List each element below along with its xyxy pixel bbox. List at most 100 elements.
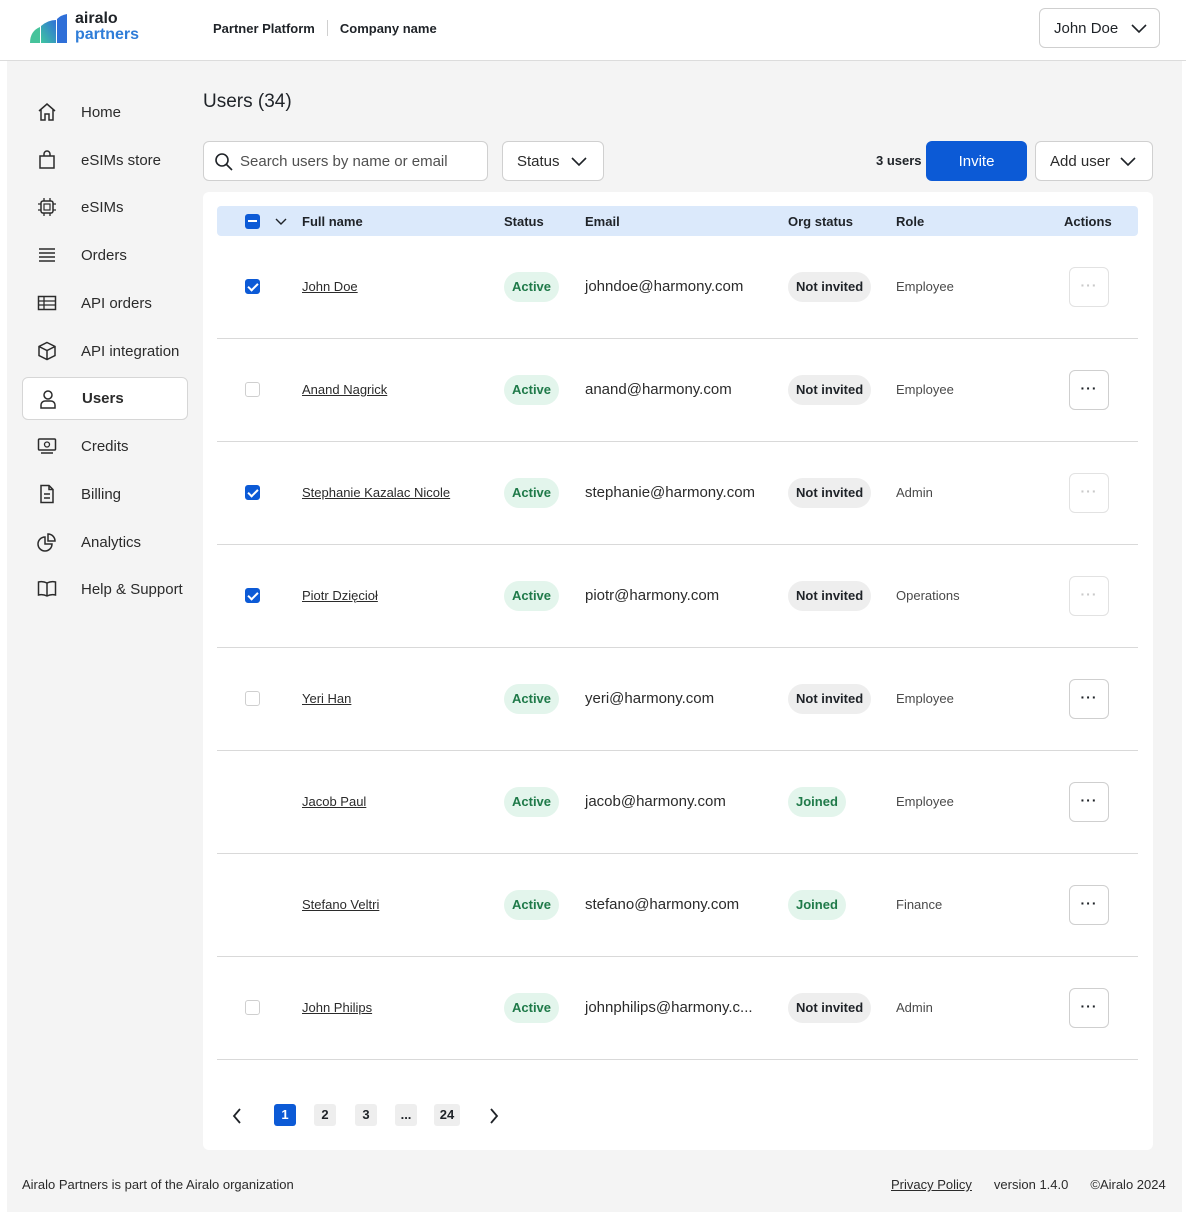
row-checkbox[interactable]	[245, 382, 260, 397]
table-row: Stephanie Kazalac Nicole Active stephani…	[217, 442, 1138, 545]
user-role: Operations	[896, 588, 960, 603]
org-status-badge: Not invited	[788, 993, 872, 1023]
breadcrumb-company[interactable]: Company name	[340, 21, 437, 36]
sidebar-item-label: Orders	[81, 247, 127, 264]
footer-links: Privacy Policy version 1.4.0 ©Airalo 202…	[891, 1177, 1166, 1192]
chevron-down-icon[interactable]	[275, 216, 287, 226]
row-checkbox[interactable]	[245, 1000, 260, 1015]
user-role: Employee	[896, 382, 954, 397]
sidebar-item-api-orders[interactable]: API orders	[22, 282, 188, 325]
user-name-link[interactable]: Jacob Paul	[302, 794, 366, 809]
row-checkbox[interactable]	[245, 691, 260, 706]
sidebar-item-label: Credits	[81, 438, 129, 455]
pagination: 1 2 3 ... 24	[203, 1102, 603, 1132]
table-row: Yeri Han Active yeri@harmony.com Not inv…	[217, 648, 1138, 751]
user-email: anand@harmony.com	[585, 381, 732, 398]
search-box[interactable]	[203, 141, 488, 181]
status-filter-label: Status	[517, 152, 560, 170]
user-role: Admin	[896, 485, 933, 500]
row-actions-button[interactable]: ···	[1069, 782, 1109, 822]
status-badge: Active	[504, 993, 560, 1023]
footer-note: Airalo Partners is part of the Airalo or…	[22, 1177, 294, 1192]
sidebar-item-help-support[interactable]: Help & Support	[22, 568, 188, 611]
search-icon	[215, 153, 233, 171]
org-status-badge: Not invited	[788, 375, 872, 405]
select-all-checkbox[interactable]	[245, 214, 260, 229]
user-name-link[interactable]: Piotr Dzięcioł	[302, 588, 378, 603]
row-actions-button[interactable]: ···	[1069, 679, 1109, 719]
chip-icon	[38, 198, 56, 216]
page-button-current[interactable]: 1	[274, 1104, 296, 1126]
page-button[interactable]: 24	[434, 1104, 460, 1126]
user-role: Employee	[896, 794, 954, 809]
user-name-link[interactable]: Anand Nagrick	[302, 382, 387, 397]
status-filter-dropdown[interactable]: Status	[502, 141, 604, 181]
user-name-link[interactable]: Yeri Han	[302, 691, 351, 706]
user-name-link[interactable]: Stefano Veltri	[302, 897, 379, 912]
search-input[interactable]	[240, 142, 480, 180]
privacy-policy-link[interactable]: Privacy Policy	[891, 1177, 972, 1192]
sidebar-item-users[interactable]: Users	[22, 377, 188, 420]
sidebar-item-billing[interactable]: Billing	[22, 473, 188, 516]
org-status-badge: Not invited	[788, 581, 872, 611]
column-header-status[interactable]: Status	[504, 214, 544, 229]
sidebar-item-label: eSIMs store	[81, 152, 162, 169]
row-actions-button[interactable]: ···	[1069, 473, 1109, 513]
invite-button[interactable]: Invite	[926, 141, 1027, 181]
row-actions-button[interactable]: ···	[1069, 267, 1109, 307]
pie-chart-icon	[37, 533, 56, 552]
user-name-link[interactable]: John Doe	[302, 279, 358, 294]
column-header-email[interactable]: Email	[585, 214, 620, 229]
user-email: johnphilips@harmony.c...	[585, 999, 753, 1016]
table-row: Stefano Veltri Active stefano@harmony.co…	[217, 854, 1138, 957]
table-row: Anand Nagrick Active anand@harmony.com N…	[217, 339, 1138, 442]
sidebar-item-label: eSIMs	[81, 199, 124, 216]
user-role: Finance	[896, 897, 943, 912]
page-button[interactable]: 3	[355, 1104, 377, 1126]
home-icon	[38, 103, 56, 121]
sidebar-item-api-integration[interactable]: API integration	[22, 330, 188, 373]
shopping-bag-icon	[39, 150, 55, 169]
selected-count: 3 users	[876, 153, 922, 168]
sidebar-item-label: API orders	[81, 295, 152, 312]
row-checkbox[interactable]	[245, 485, 260, 500]
column-header-org-status[interactable]: Org status	[788, 214, 853, 229]
cube-icon	[38, 341, 56, 361]
page-button[interactable]: 2	[314, 1104, 336, 1126]
page-ellipsis: ...	[395, 1104, 417, 1126]
column-header-full-name[interactable]: Full name	[302, 214, 363, 229]
row-checkbox[interactable]	[245, 279, 260, 294]
table-row: Piotr Dzięcioł Active piotr@harmony.com …	[217, 545, 1138, 648]
status-badge: Active	[504, 787, 560, 817]
logo-wordmark: airalo partners	[75, 11, 139, 43]
user-email: yeri@harmony.com	[585, 690, 715, 707]
row-actions-button[interactable]: ···	[1069, 885, 1109, 925]
row-actions-button[interactable]: ···	[1069, 576, 1109, 616]
version-text: version 1.4.0	[993, 1177, 1069, 1192]
sidebar-item-label: Analytics	[81, 534, 142, 551]
airalo-partners-logo[interactable]: airalo partners	[28, 11, 148, 47]
sidebar-item-esims-store[interactable]: eSIMs store	[22, 139, 188, 182]
breadcrumb-platform[interactable]: Partner Platform	[213, 21, 315, 36]
sidebar-item-esims[interactable]: eSIMs	[22, 186, 188, 229]
sidebar-item-label: Billing	[81, 486, 122, 503]
column-header-role[interactable]: Role	[896, 214, 924, 229]
row-actions-button[interactable]: ···	[1069, 370, 1109, 410]
sidebar-item-orders[interactable]: Orders	[22, 234, 188, 277]
chevron-right-icon[interactable]	[488, 1107, 500, 1125]
user-name-link[interactable]: John Philips	[302, 1000, 372, 1015]
sidebar-item-analytics[interactable]: Analytics	[22, 521, 188, 564]
logo-line2: partners	[75, 26, 140, 43]
row-actions-button[interactable]: ···	[1069, 988, 1109, 1028]
add-user-dropdown[interactable]: Add user	[1035, 141, 1153, 181]
user-menu-button[interactable]: John Doe	[1039, 8, 1160, 48]
user-name-link[interactable]: Stephanie Kazalac Nicole	[302, 485, 450, 500]
sidebar-item-label: API integration	[81, 343, 180, 360]
sidebar-item-credits[interactable]: Credits	[22, 425, 188, 468]
row-checkbox[interactable]	[245, 588, 260, 603]
money-icon	[37, 438, 57, 454]
status-badge: Active	[504, 581, 560, 611]
sidebar-item-home[interactable]: Home	[22, 91, 188, 134]
sidebar-item-label: Users	[82, 390, 124, 407]
chevron-left-icon[interactable]	[231, 1107, 243, 1125]
